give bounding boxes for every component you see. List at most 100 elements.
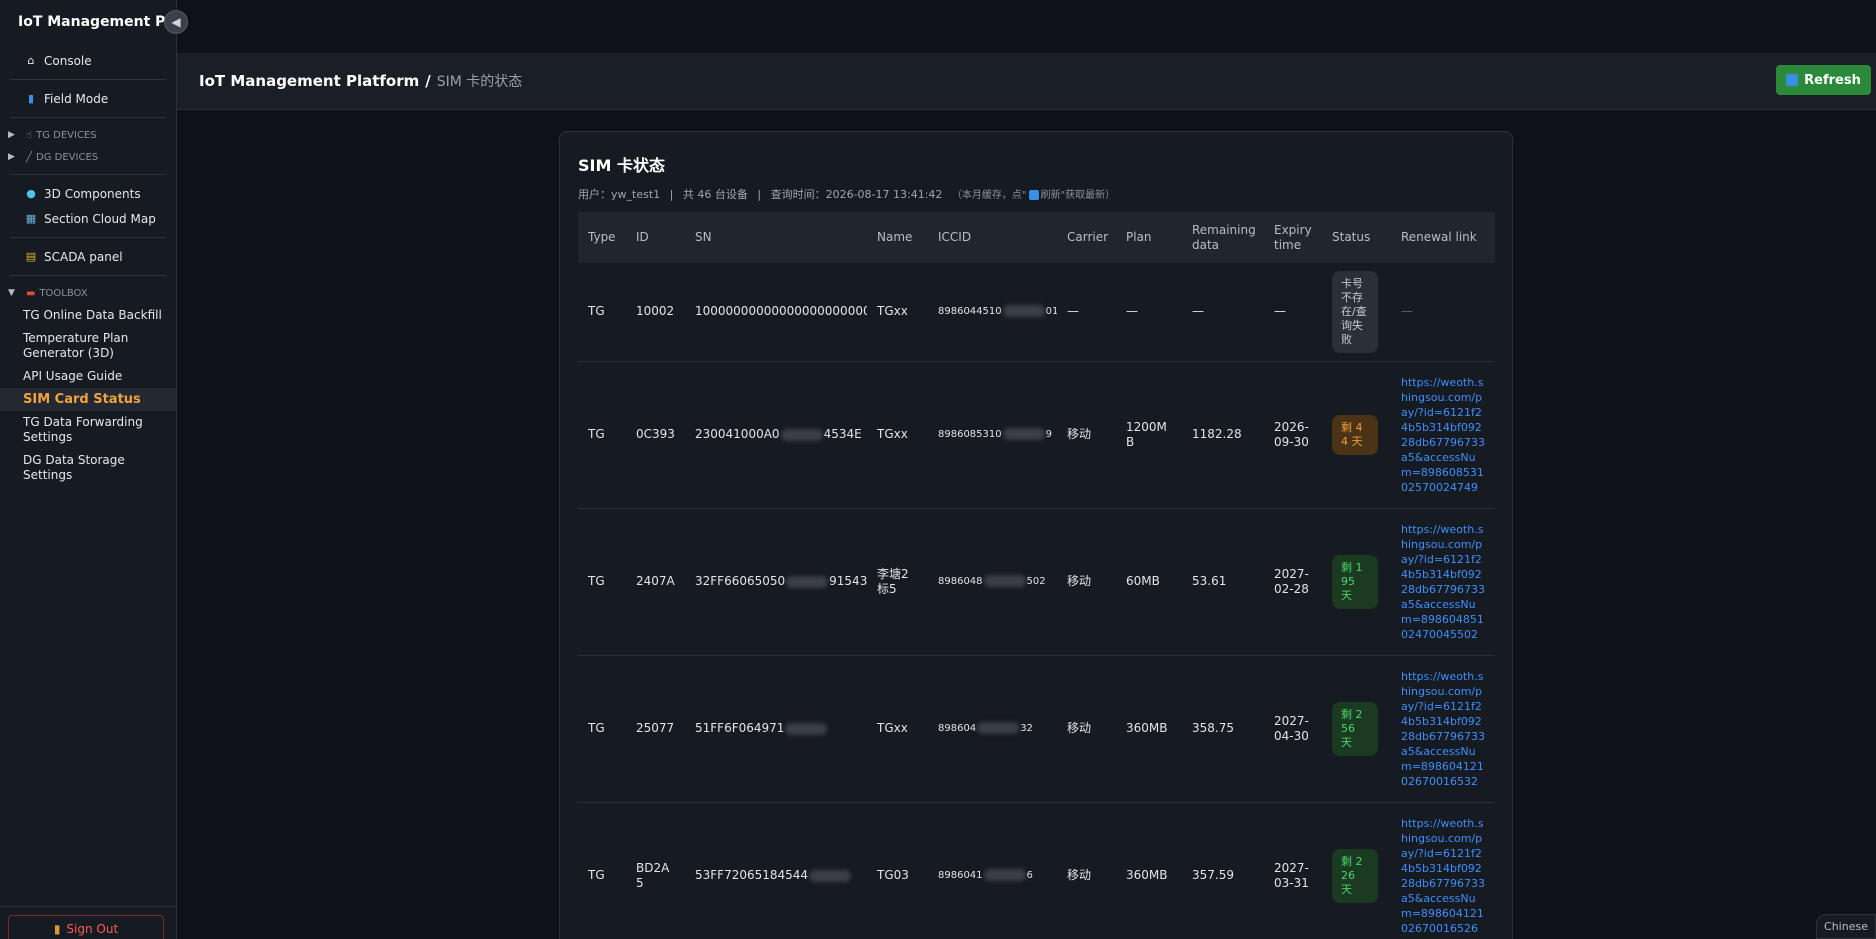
cell-sn: 32FF66065050 91543 bbox=[685, 508, 867, 656]
cell-status: 卡号不存在/查询失败 bbox=[1322, 263, 1391, 362]
iccid-part: 32 bbox=[1020, 723, 1033, 734]
col-status: Status bbox=[1332, 230, 1371, 244]
cell-expiry: 2027-04-30 bbox=[1264, 655, 1322, 803]
cell-sn: 230041000A0 4534E bbox=[685, 361, 867, 509]
page-header: IoT Management Platform / SIM 卡的状态 Refre… bbox=[177, 53, 1876, 110]
meta-sep: | bbox=[757, 188, 762, 201]
cell-status: 剩 44 天 bbox=[1322, 361, 1391, 509]
cell-iccid: 898604 32 bbox=[928, 655, 1057, 803]
card-meta: 用户：yw_test1 | 共 46 台设备 | 查询时间：2026-08-17… bbox=[578, 186, 1115, 202]
cell-type: TG bbox=[578, 361, 626, 509]
cell-type: TG bbox=[578, 802, 626, 939]
divider bbox=[10, 275, 166, 276]
sidebar-item-sim-card-status[interactable]: SIM Card Status bbox=[0, 388, 176, 411]
cell-iccid: 8986041 6 bbox=[928, 802, 1057, 939]
cell-expiry: — bbox=[1264, 263, 1322, 362]
cell-plan: 60MB bbox=[1116, 508, 1182, 656]
meta-sep: | bbox=[669, 188, 674, 201]
renewal-link[interactable]: https://weoth.shingsou.com/pay/?id=6121f… bbox=[1401, 670, 1485, 788]
col-expiry: Expiry time bbox=[1274, 222, 1312, 252]
language-switch[interactable]: Chinese bbox=[1816, 914, 1876, 939]
sidebar-item-api-usage-guide[interactable]: API Usage Guide bbox=[0, 365, 176, 388]
cell-plan: 1200MB bbox=[1116, 361, 1182, 509]
status-badge: 剩 195 天 bbox=[1332, 554, 1378, 609]
cell-iccid: 8986048 502 bbox=[928, 508, 1057, 656]
cell-renewal: https://weoth.shingsou.com/pay/?id=6121f… bbox=[1391, 508, 1495, 656]
cell-status: 剩 256 天 bbox=[1322, 655, 1391, 803]
brand[interactable]: IoT Management Platform bbox=[0, 0, 176, 44]
iccid-part: 014 bbox=[1045, 306, 1057, 318]
iccid-part: 898604 bbox=[938, 723, 977, 734]
table-row: TG BD2A5 53FF72065184544 TG03 8986041 6 移… bbox=[578, 802, 1495, 939]
cell-plan: 360MB bbox=[1116, 802, 1182, 939]
cell-iccid: 8986044510 014 bbox=[928, 263, 1057, 362]
sidebar-item-label: 3D Components bbox=[44, 186, 141, 201]
sidebar-item-console[interactable]: ⌂ Console bbox=[0, 48, 176, 73]
sidebar-item-field-mode[interactable]: ▮ Field Mode bbox=[0, 86, 176, 111]
cell-carrier: — bbox=[1057, 263, 1116, 362]
sidebar-item-section-cloud-map[interactable]: ▦ Section Cloud Map bbox=[0, 206, 176, 231]
sidebar-group-toolbox[interactable]: ▼ ▬ TOOLBOX bbox=[0, 282, 176, 304]
table-row: TG 0C393 230041000A0 4534E TGxx 898608531… bbox=[578, 361, 1495, 509]
status-badge: 剩 226 天 bbox=[1332, 848, 1378, 903]
breadcrumb-current: SIM 卡的状态 bbox=[436, 74, 523, 90]
sim-table: Type ID SN Name ICCID Carrier Plan Remai… bbox=[578, 212, 1495, 939]
cell-carrier: 移动 bbox=[1057, 655, 1116, 803]
cell-name: TG03 bbox=[867, 802, 928, 939]
sidebar-item-tg-online-backfill[interactable]: TG Online Data Backfill bbox=[0, 304, 176, 327]
cell-plan: 360MB bbox=[1116, 655, 1182, 803]
cell-sn: 53FF72065184544 bbox=[685, 802, 867, 939]
sidebar-item-tg-data-forwarding[interactable]: TG Data Forwarding Settings bbox=[0, 411, 176, 449]
breadcrumb-root[interactable]: IoT Management Platform bbox=[199, 72, 419, 90]
sidebar-item-3d-components[interactable]: ● 3D Components bbox=[0, 181, 176, 206]
sn-part: 4534E bbox=[823, 427, 862, 441]
cell-expiry: 2026-09-30 bbox=[1264, 361, 1322, 509]
sign-out-button[interactable]: ▮ Sign Out bbox=[8, 915, 164, 939]
cell-status: 剩 226 天 bbox=[1322, 802, 1391, 939]
sn-part: 91543 bbox=[829, 574, 867, 588]
table-row: TG 25077 51FF6F064971 TGxx 898604 32 移动 3… bbox=[578, 655, 1495, 803]
iccid-part: 8986048 bbox=[938, 576, 983, 587]
status-badge: 卡号不存在/查询失败 bbox=[1332, 270, 1378, 353]
renewal-link[interactable]: https://weoth.shingsou.com/pay/?id=6121f… bbox=[1401, 817, 1485, 935]
cell-carrier: 移动 bbox=[1057, 802, 1116, 939]
sidebar-group-tg-devices[interactable]: ▶ ☝ TG DEVICES bbox=[0, 124, 176, 146]
col-renewal: Renewal link bbox=[1401, 230, 1477, 244]
cell-sn: 51FF6F064971 bbox=[685, 655, 867, 803]
cell-remaining: 1182.28 bbox=[1182, 361, 1264, 509]
meta-note-a: （本月缓存，点" bbox=[951, 190, 1027, 201]
sidebar-item-dg-data-storage[interactable]: DG Data Storage Settings bbox=[0, 449, 176, 487]
col-carrier: Carrier bbox=[1067, 230, 1109, 244]
cell-name: 李塘2标5 bbox=[867, 508, 928, 656]
redaction bbox=[809, 869, 852, 882]
sidebar-item-label: Field Mode bbox=[44, 91, 109, 106]
divider bbox=[10, 174, 166, 175]
divider bbox=[10, 79, 166, 80]
sn-part: 32FF66065050 bbox=[695, 574, 786, 588]
refresh-button[interactable]: Refresh bbox=[1776, 65, 1871, 95]
collapse-sidebar-button[interactable]: ◀ bbox=[164, 10, 188, 34]
renewal-link[interactable]: https://weoth.shingsou.com/pay/?id=6121f… bbox=[1401, 523, 1485, 641]
col-iccid: ICCID bbox=[938, 230, 972, 244]
sn-part: 51FF6F064971 bbox=[695, 721, 785, 735]
group-label: DG DEVICES bbox=[36, 151, 99, 163]
cell-sn: 1000000000000000000000002 bbox=[685, 263, 867, 362]
renewal-link[interactable]: https://weoth.shingsou.com/pay/?id=6121f… bbox=[1401, 376, 1485, 494]
cell-name: TGxx bbox=[867, 655, 928, 803]
cell-plan: — bbox=[1116, 263, 1182, 362]
cell-expiry: 2027-03-31 bbox=[1264, 802, 1322, 939]
iccid-part: 502 bbox=[1026, 576, 1046, 587]
meta-count: 共 46 台设备 bbox=[682, 188, 748, 201]
sidebar-item-scada-panel[interactable]: ▤ SCADA panel bbox=[0, 244, 176, 269]
sn-part: 53FF72065184544 bbox=[695, 868, 809, 882]
cell-remaining: 357.59 bbox=[1182, 802, 1264, 939]
status-badge: 剩 256 天 bbox=[1332, 701, 1378, 756]
cell-carrier: 移动 bbox=[1057, 361, 1116, 509]
divider bbox=[10, 237, 166, 238]
sidebar-group-dg-devices[interactable]: ▶ ╱ DG DEVICES bbox=[0, 146, 176, 168]
group-label: TOOLBOX bbox=[39, 287, 88, 299]
cell-id: 10002 bbox=[626, 263, 685, 362]
sidebar-item-temperature-plan[interactable]: Temperature Plan Generator (3D) bbox=[0, 327, 176, 365]
cell-id: 2407A bbox=[626, 508, 685, 656]
meta-note-b: 刷新"获取最新） bbox=[1040, 190, 1116, 201]
